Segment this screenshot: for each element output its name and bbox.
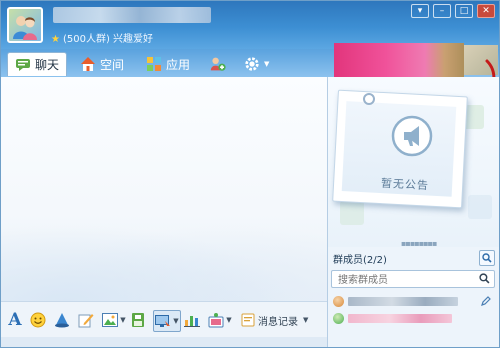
edit-card-icon[interactable]	[481, 296, 491, 306]
star-icon: ★	[51, 34, 60, 45]
group-title	[53, 7, 211, 23]
gear-icon	[244, 56, 260, 72]
font-icon[interactable]: A	[7, 310, 23, 330]
screenshot-icon[interactable]: ▼	[153, 310, 181, 332]
picture-dropdown-icon[interactable]: ▼	[120, 316, 125, 324]
member-search-box[interactable]	[331, 270, 495, 288]
group-chat-window: ★ (500人群) 兴趣爱好 ▾ – □ ✕ 聊天 空间 应用 ▼ A ▼ ▼ …	[0, 0, 500, 348]
pin-icon	[363, 93, 375, 105]
resize-grip[interactable]: ▪▪▪▪▪▪▪▪	[401, 239, 437, 248]
notice-empty-text: 暂无公告	[380, 176, 430, 193]
tab-chat[interactable]: 聊天	[7, 52, 68, 76]
members-title: 群成员(2/2)	[333, 254, 387, 266]
gift-dropdown-icon[interactable]: ▼	[226, 316, 231, 324]
group-info: ★ (500人群) 兴趣爱好	[51, 30, 153, 45]
history-icon	[241, 313, 255, 327]
member-row[interactable]	[333, 294, 493, 309]
home-icon	[80, 56, 96, 72]
screenshot-dropdown-icon[interactable]: ▼	[173, 317, 178, 325]
chat-icon	[15, 57, 31, 73]
title-bar: ★ (500人群) 兴趣爱好 ▾ – □ ✕	[1, 1, 499, 49]
close-icon[interactable]: ✕	[477, 4, 495, 18]
tab-apps[interactable]: 应用	[139, 52, 197, 76]
members-header: 群成员(2/2)	[329, 249, 497, 267]
gift-icon[interactable]: ▼	[207, 310, 233, 330]
member-row[interactable]	[333, 311, 493, 326]
emoji-icon[interactable]	[29, 310, 47, 330]
ad-banner[interactable]	[334, 43, 464, 79]
apps-icon	[146, 56, 162, 72]
megaphone-icon	[391, 115, 433, 157]
shake-icon[interactable]	[53, 310, 71, 330]
bg-tile	[468, 195, 492, 219]
menu-icon[interactable]: ▾	[411, 4, 429, 18]
minimize-icon[interactable]: –	[433, 4, 451, 18]
tab-apps-label: 应用	[166, 57, 191, 72]
add-member-button[interactable]	[203, 52, 233, 76]
tab-space-label: 空间	[100, 57, 125, 72]
history-label: 消息记录	[258, 316, 298, 328]
member-avatar-icon	[333, 313, 344, 324]
window-controls: ▾ – □ ✕	[411, 4, 495, 18]
group-avatar[interactable]	[7, 7, 43, 43]
chevron-down-icon: ▼	[264, 60, 270, 68]
history-button[interactable]: 消息记录 ▼	[241, 310, 308, 330]
group-info-text: (500人群) 兴趣爱好	[62, 34, 154, 45]
chat-message-area[interactable]	[1, 77, 327, 301]
member-name	[348, 314, 452, 323]
bg-tile	[340, 201, 364, 225]
chat-background	[1, 211, 327, 301]
save-icon[interactable]	[129, 310, 147, 330]
add-user-icon	[210, 56, 226, 72]
search-icon[interactable]	[479, 250, 495, 266]
input-toolbar: A ▼ ▼ ▼ 消息记录 ▼	[1, 301, 327, 337]
member-name	[348, 297, 458, 306]
settings-button[interactable]: ▼	[237, 52, 276, 76]
edit-icon[interactable]	[77, 310, 95, 330]
tab-chat-label: 聊天	[35, 58, 60, 72]
member-avatar-icon	[333, 296, 344, 307]
maximize-icon[interactable]: □	[455, 4, 473, 18]
history-dropdown-icon[interactable]: ▼	[303, 316, 308, 324]
member-search-icon[interactable]	[479, 273, 490, 287]
picture-icon[interactable]: ▼	[101, 310, 127, 330]
chart-icon[interactable]	[183, 310, 201, 330]
member-search-input[interactable]	[336, 272, 478, 288]
tab-space[interactable]: 空间	[73, 52, 131, 76]
